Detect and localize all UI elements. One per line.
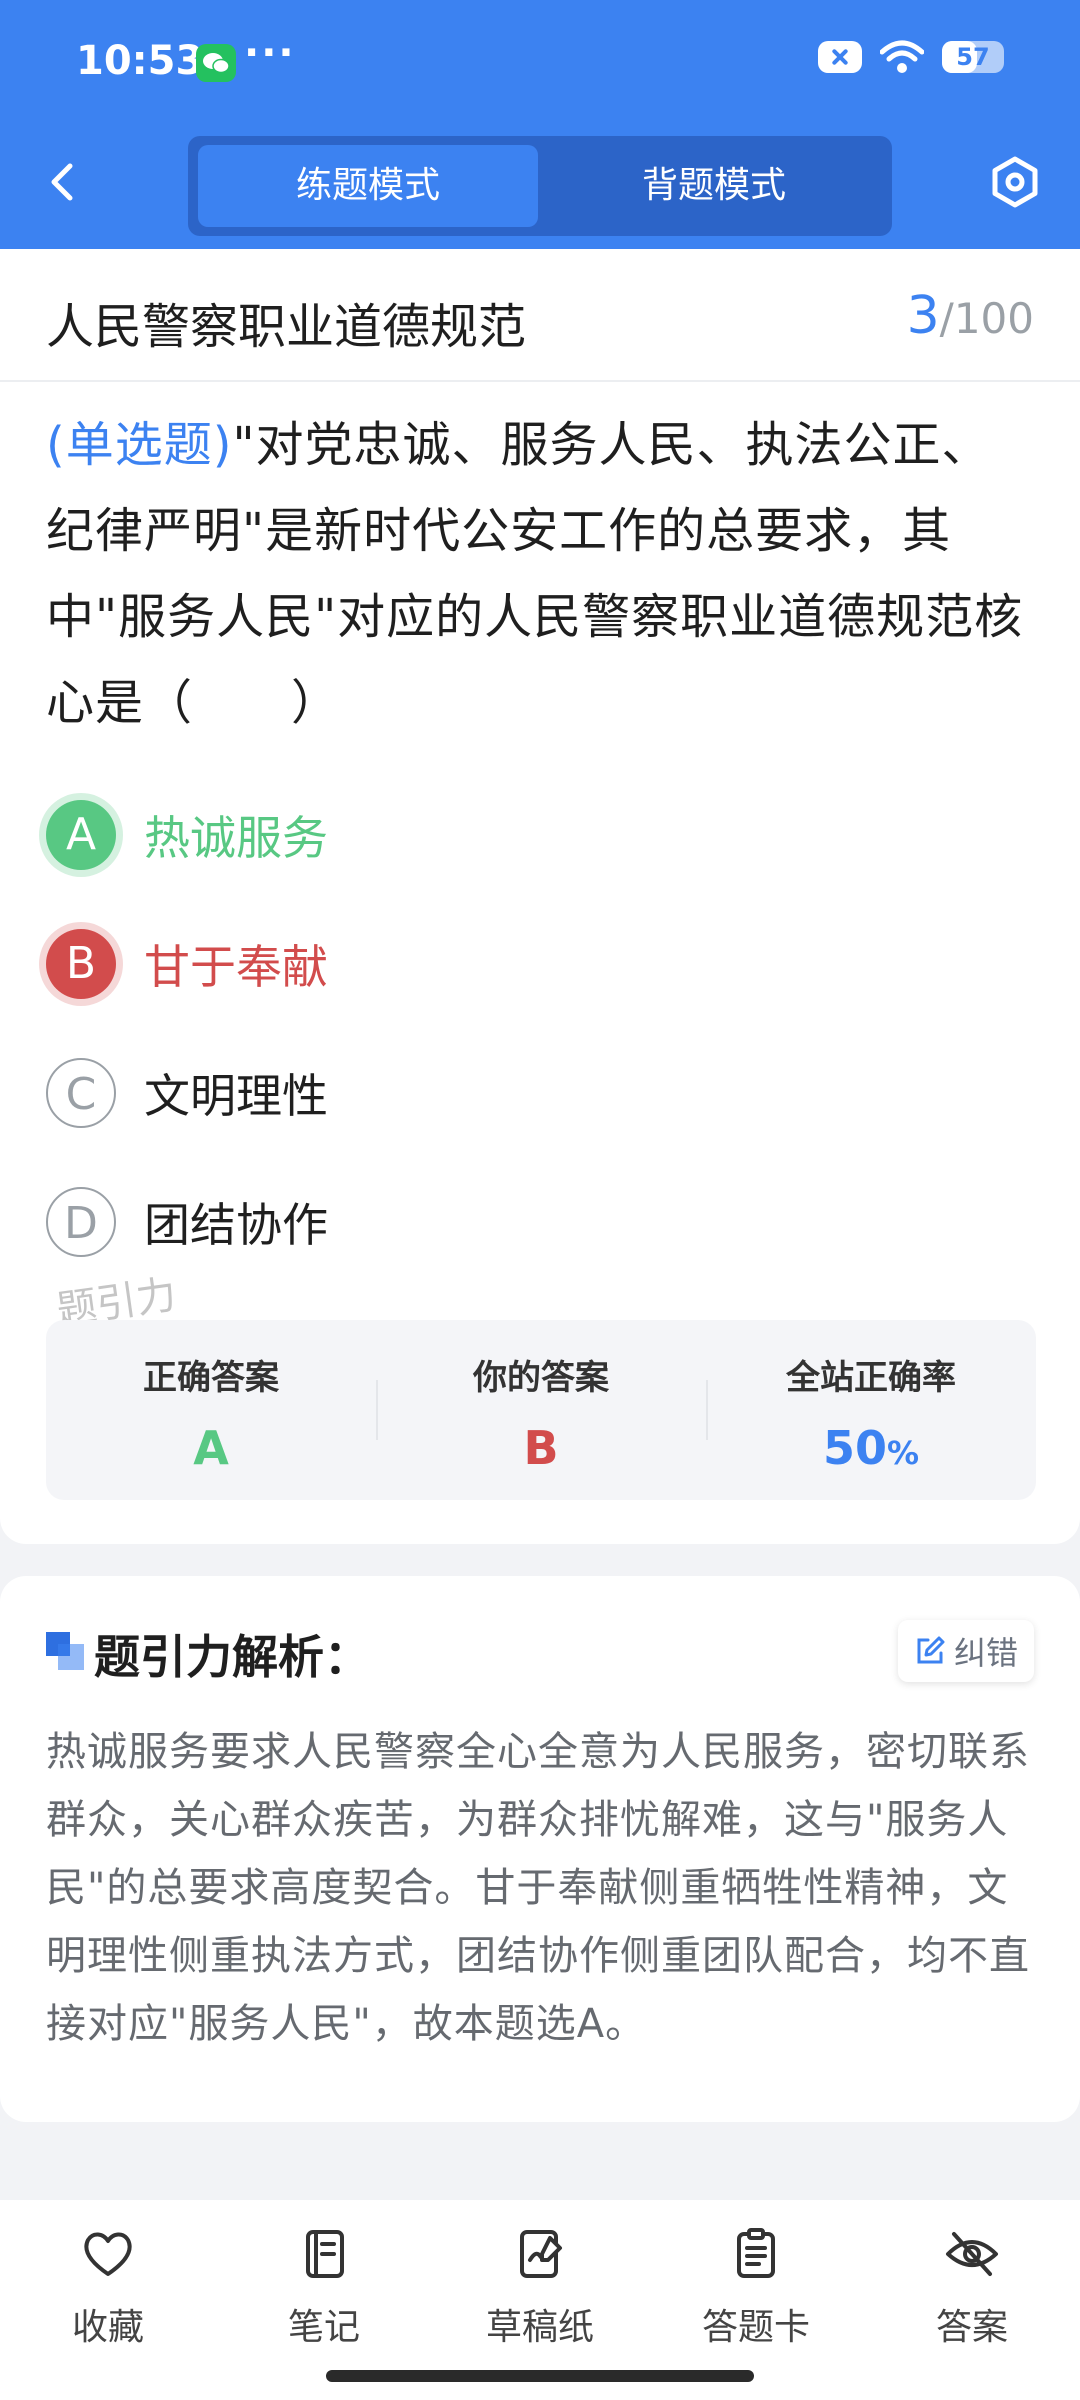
stat-correct-answer: 正确答案 A xyxy=(46,1320,376,1500)
analysis-title: 题引力解析： xyxy=(94,1630,370,1684)
analysis-icon xyxy=(46,1632,84,1670)
option-b[interactable]: B 甘于奉献 xyxy=(46,924,746,1004)
option-d[interactable]: D 团结协作 xyxy=(46,1182,746,1262)
option-letter: A xyxy=(46,800,116,870)
chapter-title: 人民警察职业道德规范 xyxy=(46,299,527,355)
option-a[interactable]: A 热诚服务 xyxy=(46,795,746,875)
back-button[interactable] xyxy=(44,162,84,202)
question-counter: 3/100 xyxy=(906,286,1034,346)
your-answer-value: B xyxy=(523,1421,559,1475)
analysis-text: 热诚服务要求人民警察全心全意为人民服务，密切联系群众，关心群众疾苦，为群众排忧解… xyxy=(46,1729,1030,2047)
stat-your-answer: 你的答案 B xyxy=(376,1320,706,1500)
option-c[interactable]: C 文明理性 xyxy=(46,1053,746,1133)
status-icons: 57 xyxy=(818,40,1004,74)
tab-recite-mode[interactable]: 背题模式 xyxy=(544,145,884,227)
option-text: 甘于奉献 xyxy=(144,940,328,994)
option-letter: B xyxy=(46,929,116,999)
notebook-icon xyxy=(306,2230,344,2278)
heart-icon xyxy=(84,2232,132,2276)
stat-accuracy-rate: 全站正确率 50% xyxy=(706,1320,1036,1500)
home-indicator[interactable] xyxy=(326,2370,754,2382)
correct-answer-value: A xyxy=(193,1421,229,1475)
wifi-icon xyxy=(880,40,924,73)
wechat-icon xyxy=(196,44,236,82)
chevron-left-icon xyxy=(51,163,73,201)
mute-x-icon xyxy=(818,41,862,73)
option-letter: C xyxy=(46,1058,116,1128)
option-text: 团结协作 xyxy=(144,1198,328,1252)
option-letter: D xyxy=(46,1187,116,1257)
edit-icon xyxy=(917,1636,945,1664)
accuracy-rate-value: 50% xyxy=(822,1421,920,1475)
report-error-button[interactable]: 纠错 xyxy=(898,1620,1034,1682)
tab-favorite[interactable]: 收藏 xyxy=(0,2200,216,2400)
mode-switch: 练题模式 背题模式 xyxy=(188,136,892,236)
status-time: 10:53 xyxy=(76,38,204,84)
draft-paper-icon xyxy=(520,2230,562,2278)
question-type-label: (单选题) xyxy=(46,417,233,473)
settings-button[interactable] xyxy=(988,155,1042,209)
divider xyxy=(0,380,1080,382)
more-notifications-icon: ··· xyxy=(244,30,296,76)
option-text: 热诚服务 xyxy=(144,811,328,865)
answer-card-icon xyxy=(737,2228,775,2278)
tab-answer[interactable]: 答案 xyxy=(864,2200,1080,2400)
battery-icon: 57 xyxy=(942,41,1004,73)
option-text: 文明理性 xyxy=(144,1069,328,1123)
question-text: (单选题)"对党忠诚、服务人民、执法公正、纪律严明"是新时代公安工作的总要求，其… xyxy=(46,402,1036,746)
answer-stats: 正确答案 A 你的答案 B 全站正确率 50% xyxy=(46,1320,1036,1500)
tab-practice-mode[interactable]: 练题模式 xyxy=(198,145,538,227)
eye-off-icon xyxy=(946,2232,998,2276)
hexagon-gear-icon xyxy=(992,156,1038,208)
